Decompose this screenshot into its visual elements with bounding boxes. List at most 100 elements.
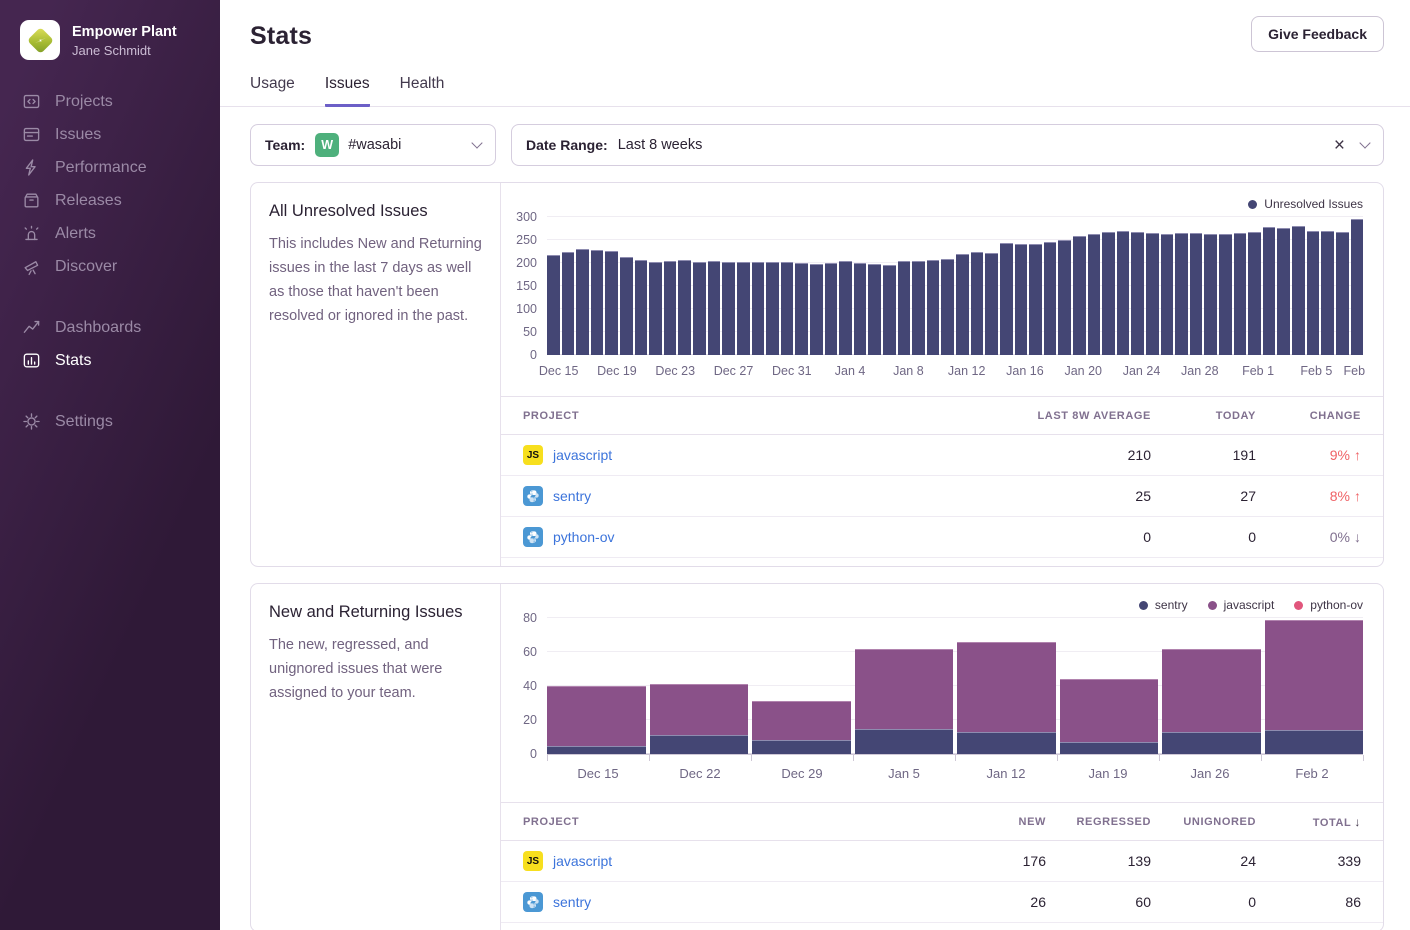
stacked-bar xyxy=(650,618,749,754)
bar-segment-sentry xyxy=(1060,742,1159,754)
tab-issues[interactable]: Issues xyxy=(325,75,370,107)
bar-segment-sentry xyxy=(547,746,646,755)
give-feedback-button[interactable]: Give Feedback xyxy=(1251,16,1384,52)
chart-bar xyxy=(547,255,560,355)
chart-bar xyxy=(898,261,911,355)
bar-segment-sentry xyxy=(1162,732,1261,754)
column-header-project: Project xyxy=(523,816,941,828)
chart-bar xyxy=(1146,233,1159,355)
project-link[interactable]: python-ov xyxy=(553,529,614,545)
y-axis-labels: 050100150200250300 xyxy=(501,217,547,355)
sidebar-item-label: Performance xyxy=(55,159,147,177)
x-tick-label: Jan 5 xyxy=(853,766,955,789)
sidebar-item-stats[interactable]: Stats xyxy=(0,345,220,376)
date-range-select[interactable]: Date Range: Last 8 weeks × xyxy=(511,124,1384,166)
project-link[interactable]: javascript xyxy=(553,447,612,463)
column-header-regressed[interactable]: Regressed xyxy=(1046,816,1151,828)
y-tick-label: 60 xyxy=(523,645,537,659)
chart-bar xyxy=(1292,226,1305,355)
sidebar-item-discover[interactable]: Discover xyxy=(0,251,220,282)
regressed-value: 139 xyxy=(1046,853,1151,869)
org-switcher[interactable]: Empower Plant Jane Schmidt xyxy=(0,20,220,60)
chart-bar xyxy=(912,261,925,355)
date-range-value: Last 8 weeks xyxy=(618,137,703,153)
chart-bar xyxy=(883,265,896,355)
legend-dot-icon xyxy=(1248,200,1257,209)
column-header-total[interactable]: Total↓ xyxy=(1256,815,1361,829)
team-select[interactable]: Team: W #wasabi xyxy=(250,124,496,166)
clear-icon[interactable]: × xyxy=(1334,136,1345,155)
trend-up-icon: ↑ xyxy=(1354,447,1361,463)
project-link[interactable]: sentry xyxy=(553,488,591,504)
new-returning-issues-panel: New and Returning Issues The new, regres… xyxy=(250,583,1384,930)
chart-bar xyxy=(1161,234,1174,355)
sidebar-item-issues[interactable]: Issues xyxy=(0,119,220,150)
y-axis-labels: 020406080 xyxy=(501,618,547,754)
sidebar-item-label: Projects xyxy=(55,93,113,111)
sidebar-nav: Projects Issues Performance Releases Ale… xyxy=(0,86,220,437)
page-title: Stats xyxy=(250,22,1384,51)
sidebar-item-settings[interactable]: Settings xyxy=(0,406,220,437)
y-tick-label: 250 xyxy=(516,233,537,247)
column-header-today[interactable]: Today xyxy=(1151,410,1256,422)
tab-health[interactable]: Health xyxy=(400,75,445,107)
chart-bar xyxy=(971,252,984,355)
main-content: Stats Give Feedback Usage Issues Health … xyxy=(220,0,1410,930)
chevron-down-icon[interactable] xyxy=(1359,137,1370,148)
bar-segment-javascript xyxy=(1060,679,1159,742)
chart-bar xyxy=(1321,231,1334,355)
project-link[interactable]: javascript xyxy=(553,853,612,869)
chart-bar xyxy=(1117,231,1130,355)
x-tick-label: Dec 23 xyxy=(655,364,695,378)
x-tick-label: Dec 31 xyxy=(772,364,812,378)
tab-usage[interactable]: Usage xyxy=(250,75,295,107)
legend-label: javascript xyxy=(1224,598,1275,612)
project-link[interactable]: sentry xyxy=(553,894,591,910)
chart-bar xyxy=(649,262,662,355)
chart-bar xyxy=(1131,232,1144,355)
javascript-platform-icon: JS xyxy=(523,445,543,465)
chart-bar xyxy=(1102,232,1115,355)
issues-icon xyxy=(22,125,41,144)
column-header-new[interactable]: New xyxy=(941,816,1046,828)
column-header-average[interactable]: Last 8W Average xyxy=(981,410,1151,422)
sidebar-item-releases[interactable]: Releases xyxy=(0,185,220,216)
sidebar-item-projects[interactable]: Projects xyxy=(0,86,220,117)
stacked-bar xyxy=(1162,618,1261,754)
chart-legend: sentry javascript python-ov xyxy=(501,590,1363,618)
sidebar-item-label: Alerts xyxy=(55,225,96,243)
sidebar-item-alerts[interactable]: Alerts xyxy=(0,218,220,249)
table-header-row: Project Last 8W Average Today Change xyxy=(501,397,1383,435)
chart-bar xyxy=(1307,231,1320,355)
chart-plot-area xyxy=(547,217,1363,355)
chart-bar xyxy=(752,262,765,355)
bar-segment-sentry xyxy=(855,729,954,755)
x-tick-label: Jan 12 xyxy=(955,766,1057,789)
chart-bar xyxy=(795,263,808,355)
team-value: #wasabi xyxy=(348,137,401,153)
chart-bar xyxy=(693,262,706,355)
chevron-down-icon xyxy=(471,137,482,148)
discover-icon xyxy=(22,257,41,276)
bar-segment-sentry xyxy=(650,735,749,754)
chart-bar xyxy=(985,253,998,355)
avg-value: 0 xyxy=(981,529,1151,545)
chart-bar xyxy=(1204,234,1217,355)
sidebar-item-label: Issues xyxy=(55,126,101,144)
table-row: sentry 25 27 8%↑ xyxy=(501,476,1383,517)
bar-segment-sentry xyxy=(1265,730,1364,754)
stacked-bar xyxy=(1265,618,1364,754)
sidebar-item-performance[interactable]: Performance xyxy=(0,152,220,183)
bar-segment-javascript xyxy=(650,684,749,735)
column-header-unignored[interactable]: Unignored xyxy=(1151,816,1256,828)
x-tick-label: Dec 15 xyxy=(539,364,579,378)
bar-segment-sentry xyxy=(752,740,851,754)
unignored-value: 24 xyxy=(1151,853,1256,869)
chart-bar xyxy=(708,261,721,355)
regressed-value: 60 xyxy=(1046,894,1151,910)
sidebar-item-label: Dashboards xyxy=(55,319,141,337)
column-header-change[interactable]: Change xyxy=(1256,410,1361,422)
sidebar-item-label: Discover xyxy=(55,258,117,276)
sidebar-item-dashboards[interactable]: Dashboards xyxy=(0,312,220,343)
performance-icon xyxy=(22,158,41,177)
